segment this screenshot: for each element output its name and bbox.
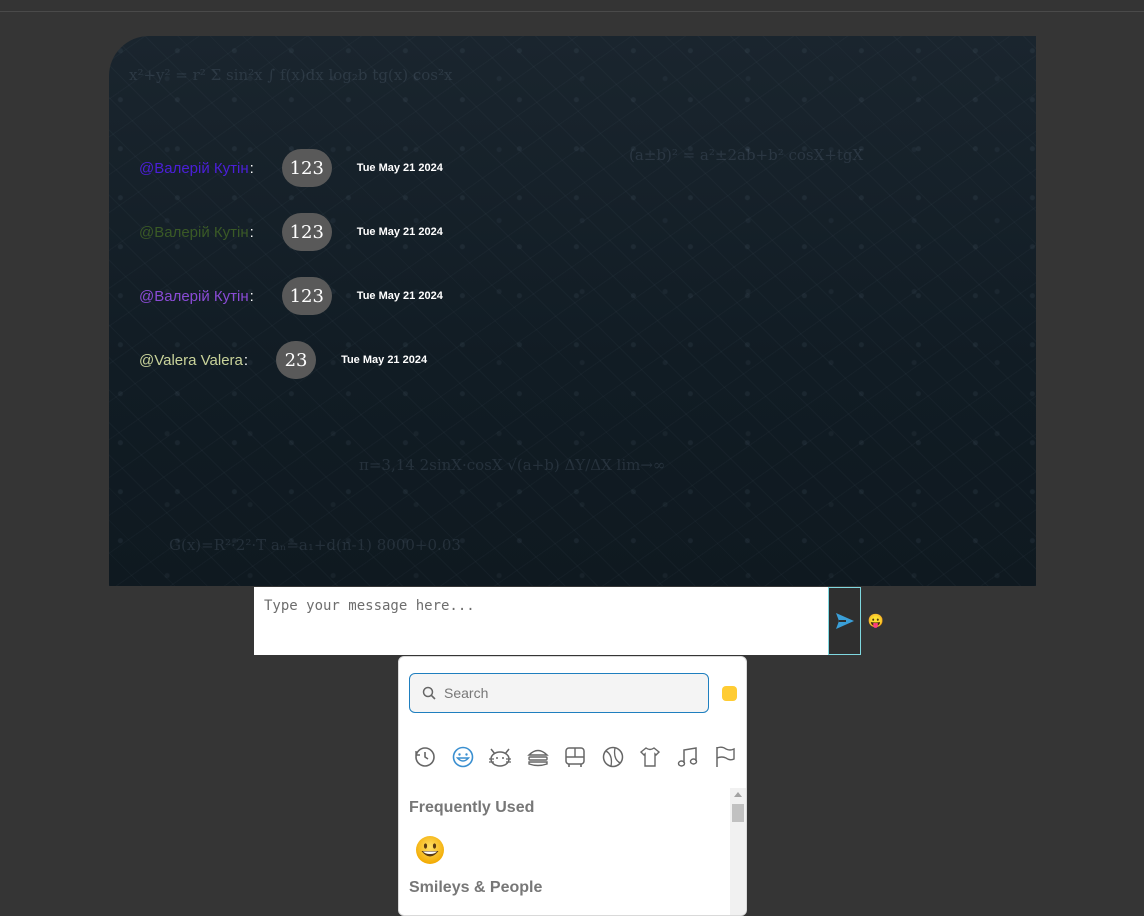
- recent-icon[interactable]: [412, 744, 438, 770]
- author-separator: :: [249, 223, 254, 241]
- emoji-toggle-button[interactable]: 😛: [868, 613, 884, 629]
- message-timestamp: Tue May 21 2024: [356, 162, 443, 174]
- message-input[interactable]: [254, 587, 828, 655]
- author-separator: :: [249, 287, 254, 305]
- activities-icon[interactable]: [600, 744, 626, 770]
- emoji-list-scrollbar[interactable]: [730, 788, 746, 915]
- message-author[interactable]: @Валерій Кутін: [139, 160, 249, 177]
- chat-message: @Валерій Кутін : 123 Tue May 21 2024: [139, 276, 443, 316]
- smileys-icon[interactable]: [450, 744, 476, 770]
- message-bubble: 23: [276, 341, 317, 379]
- emoji-search-input[interactable]: [442, 684, 696, 702]
- symbols-icon[interactable]: [675, 744, 701, 770]
- food-icon[interactable]: [525, 744, 551, 770]
- tongue-face-icon: 😛: [867, 613, 885, 628]
- author-separator: :: [243, 351, 249, 369]
- emoji-picker: Frequently Used Smileys & People: [398, 656, 747, 916]
- background-pattern: x²+y² = r² Σ sin²x ∫ f(x)dx log₂b tg(x) …: [129, 66, 453, 84]
- scroll-thumb[interactable]: [732, 804, 744, 822]
- skin-tone-selector[interactable]: [722, 686, 737, 701]
- chat-messages-panel: x²+y² = r² Σ sin²x ∫ f(x)dx log₂b tg(x) …: [109, 36, 1036, 586]
- background-pattern: π=3,14 2sinX·cosX √(a+b) ΔY/ΔX lim→∞: [359, 456, 666, 474]
- message-author[interactable]: @Валерій Кутін: [139, 224, 249, 241]
- background-pattern: (a±b)² = a²±2ab+b² cosX+tgX: [629, 146, 864, 164]
- search-icon: [422, 686, 436, 700]
- chat-message: @Валерій Кутін : 123 Tue May 21 2024: [139, 212, 443, 252]
- send-icon: [835, 613, 854, 629]
- section-smileys-people: Smileys & People: [409, 879, 543, 896]
- top-bar: [0, 0, 1144, 12]
- background-pattern: G(x)=R²·2²·T aₙ=a₁+d(n-1) 8000+0.03: [169, 536, 461, 554]
- travel-icon[interactable]: [562, 744, 588, 770]
- emoji-search-box[interactable]: [409, 673, 709, 713]
- message-author[interactable]: @Валерій Кутін: [139, 288, 249, 305]
- send-button[interactable]: [828, 587, 861, 655]
- chat-message: @Валерій Кутін : 123 Tue May 21 2024: [139, 148, 443, 188]
- animals-icon[interactable]: [487, 744, 513, 770]
- flags-icon[interactable]: [712, 744, 738, 770]
- message-bubble: 123: [281, 277, 332, 315]
- chat-message: @Valera Valera : 23 Tue May 21 2024: [139, 340, 427, 380]
- message-timestamp: Tue May 21 2024: [341, 354, 428, 366]
- message-bubble: 123: [281, 213, 332, 251]
- message-timestamp: Tue May 21 2024: [356, 290, 443, 302]
- objects-icon[interactable]: [637, 744, 663, 770]
- message-timestamp: Tue May 21 2024: [356, 226, 443, 238]
- scroll-up-arrow-icon[interactable]: [734, 792, 742, 797]
- grinning-face-emoji[interactable]: [415, 835, 445, 865]
- author-separator: :: [249, 159, 254, 177]
- message-author[interactable]: @Valera Valera: [139, 352, 243, 369]
- emoji-category-bar: [412, 744, 738, 772]
- message-bubble: 123: [281, 149, 332, 187]
- section-frequently-used: Frequently Used: [409, 799, 535, 816]
